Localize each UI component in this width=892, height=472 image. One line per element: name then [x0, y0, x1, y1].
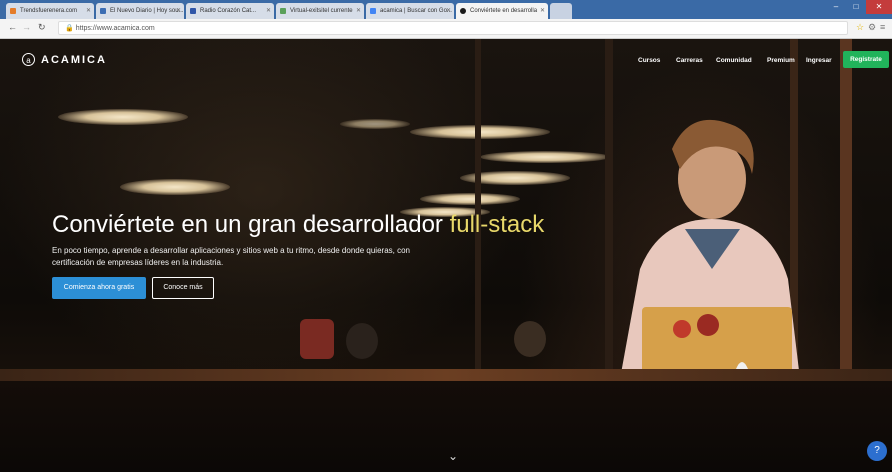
favicon-icon: [100, 8, 106, 14]
lock-icon: 🔒: [65, 25, 74, 32]
learn-more-button[interactable]: Conoce más: [152, 277, 214, 299]
lamp-light: [120, 179, 230, 195]
logo-mark-icon: a: [22, 53, 35, 66]
person-illustration: [620, 119, 800, 379]
hero-subtext: En poco tiempo, aprende a desarrollar ap…: [52, 246, 410, 267]
browser-tab[interactable]: Trendsfuerenera.com ✕: [6, 3, 94, 19]
nav-comunidad[interactable]: Comunidad: [716, 57, 752, 64]
lamp-light: [340, 119, 410, 129]
maximize-icon[interactable]: □: [846, 0, 866, 14]
hero-section: a ACAMICA Cursos Carreras Comunidad Prem…: [0, 39, 892, 472]
favicon-icon: [190, 8, 196, 14]
new-tab-button[interactable]: [550, 3, 572, 19]
lamp-light: [420, 193, 520, 205]
nav-ingresar[interactable]: Ingresar: [806, 57, 832, 64]
window-frame: [840, 39, 852, 369]
acamica-logo[interactable]: a ACAMICA: [22, 53, 107, 66]
close-tab-icon[interactable]: ✕: [446, 3, 451, 19]
favicon-icon: [280, 8, 286, 14]
start-free-button[interactable]: Comienza ahora gratis: [52, 277, 146, 299]
counter-edge: [0, 369, 892, 381]
close-window-icon[interactable]: ✕: [866, 0, 892, 14]
nav-premium[interactable]: Premium: [767, 57, 795, 64]
favicon-icon: [10, 8, 16, 14]
extension-icon[interactable]: ⚙: [868, 22, 876, 33]
back-icon[interactable]: ←: [8, 22, 17, 32]
window-frame: [475, 39, 481, 369]
bookmark-star-icon[interactable]: ☆: [856, 22, 864, 33]
browser-tab[interactable]: acamica | Buscar con Go... ✕: [366, 3, 454, 19]
chevron-down-icon[interactable]: ⌄: [448, 449, 458, 463]
url-field[interactable]: 🔒 https://www.acamica.com: [58, 21, 848, 35]
browser-tab-active[interactable]: Conviértete en desarrolla ✕: [456, 3, 548, 19]
close-tab-icon[interactable]: ✕: [356, 3, 361, 19]
menu-icon[interactable]: ≡: [880, 22, 885, 32]
nav-carreras[interactable]: Carreras: [676, 57, 703, 64]
browser-tab[interactable]: El Nuevo Diario | Hoy sou... ✕: [96, 3, 184, 19]
address-bar: ← → ↻ 🔒 https://www.acamica.com ☆ ⚙ ≡: [0, 19, 892, 39]
browser-tab-bar: Trendsfuerenera.com ✕ El Nuevo Diario | H…: [0, 0, 892, 19]
favicon-icon: [460, 8, 466, 14]
close-tab-icon[interactable]: ✕: [540, 3, 545, 19]
close-tab-icon[interactable]: ✕: [86, 3, 91, 19]
window-controls: – □ ✕: [826, 0, 892, 14]
reload-icon[interactable]: ↻: [38, 22, 46, 33]
close-tab-icon[interactable]: ✕: [266, 3, 271, 19]
signup-button[interactable]: Registrate: [843, 51, 889, 68]
browser-tab[interactable]: Virtual-exitsitel currente ✕: [276, 3, 364, 19]
forward-icon[interactable]: →: [22, 22, 31, 32]
hero-headline: Conviértete en un gran desarrollador ful…: [52, 211, 545, 238]
minimize-icon[interactable]: –: [826, 0, 846, 14]
nav-cursos[interactable]: Cursos: [638, 57, 660, 64]
close-tab-icon[interactable]: ✕: [176, 3, 181, 19]
browser-tab[interactable]: Radio Corazón Cat... ✕: [186, 3, 274, 19]
favicon-icon: [370, 8, 376, 14]
lamp-light: [58, 109, 188, 125]
counter-base: [0, 381, 892, 472]
help-chat-icon[interactable]: ?: [867, 441, 887, 461]
